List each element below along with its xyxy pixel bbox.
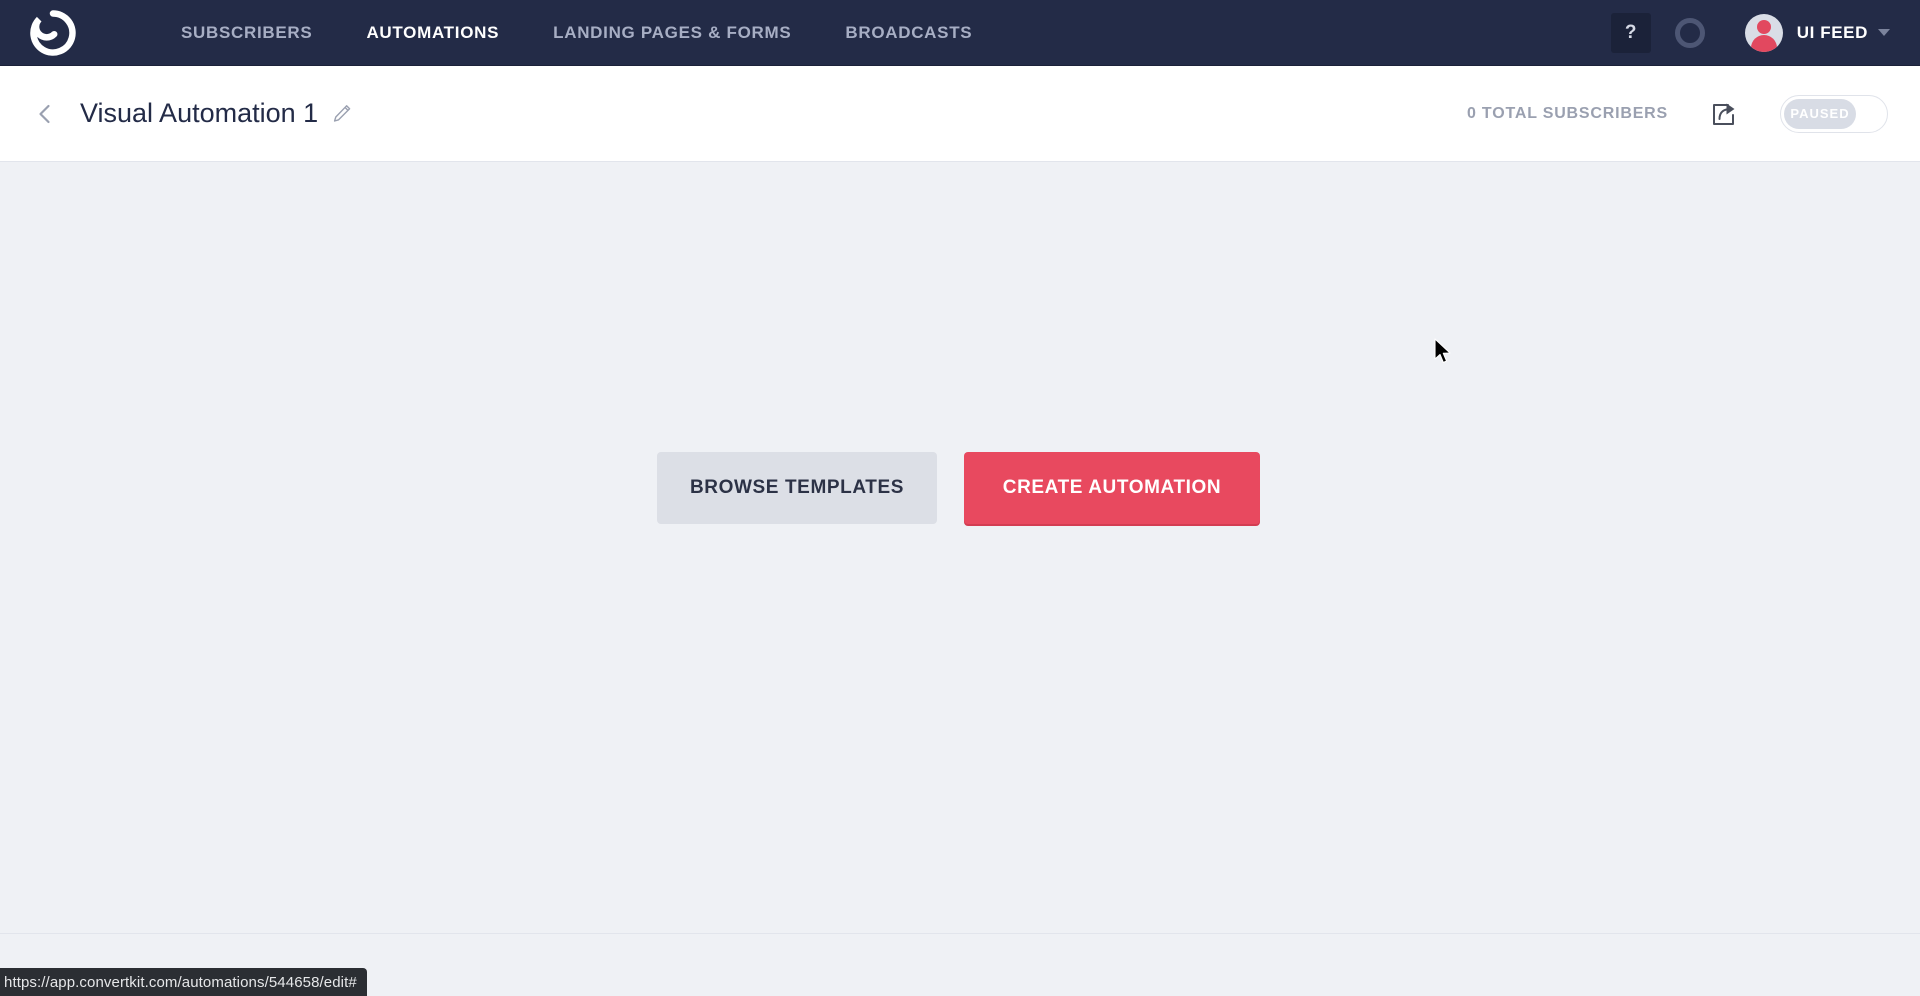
- share-button[interactable]: [1708, 98, 1740, 130]
- convertkit-logo-icon[interactable]: [27, 7, 79, 59]
- total-subscribers-label: 0 TOTAL SUBSCRIBERS: [1466, 104, 1668, 122]
- main-nav-links: SUBSCRIBERS AUTOMATIONS LANDING PAGES & …: [154, 0, 999, 66]
- chevron-down-icon: [1878, 29, 1890, 36]
- avatar-head: [1756, 19, 1771, 34]
- pencil-icon: [334, 104, 351, 122]
- account-menu[interactable]: UI FEED: [1744, 0, 1890, 66]
- account-name-label: UI FEED: [1796, 22, 1868, 42]
- help-button[interactable]: ?: [1610, 12, 1651, 53]
- nav-link-broadcasts[interactable]: BROADCASTS: [818, 0, 999, 66]
- page-title: Visual Automation 1: [80, 98, 319, 128]
- top-navbar: SUBSCRIBERS AUTOMATIONS LANDING PAGES & …: [0, 0, 1920, 66]
- chevron-left-icon: [39, 104, 50, 123]
- status-badge: PAUSED: [1784, 98, 1856, 129]
- circle-ring-icon[interactable]: [1674, 17, 1705, 48]
- nav-link-automations[interactable]: AUTOMATIONS: [339, 0, 526, 66]
- avatar-body: [1750, 34, 1777, 52]
- convertkit-logo-glyph: [30, 9, 76, 56]
- nav-link-subscribers[interactable]: SUBSCRIBERS: [154, 0, 339, 66]
- status-bar-url: https://app.convertkit.com/automations/5…: [0, 968, 367, 996]
- share-icon: [1713, 103, 1735, 125]
- navbar-right-cluster: ? UI FEED: [1610, 0, 1920, 66]
- avatar: [1744, 13, 1783, 52]
- create-automation-button[interactable]: CREATE AUTOMATION: [964, 452, 1260, 524]
- browse-templates-button[interactable]: BROWSE TEMPLATES: [657, 452, 937, 524]
- nav-link-landing-pages-and-forms[interactable]: LANDING PAGES & FORMS: [526, 0, 818, 66]
- back-button[interactable]: [32, 101, 58, 127]
- automation-status-toggle[interactable]: PAUSED: [1780, 94, 1888, 133]
- empty-state-actions: BROWSE TEMPLATES CREATE AUTOMATION: [657, 452, 1260, 524]
- automation-canvas: BROWSE TEMPLATES CREATE AUTOMATION: [0, 162, 1920, 933]
- edit-title-button[interactable]: [331, 103, 353, 125]
- subheader-right-cluster: 0 TOTAL SUBSCRIBERS PAUSED: [1466, 94, 1920, 133]
- page-subheader: Visual Automation 1 0 TOTAL SUBSCRIBERS …: [0, 66, 1920, 162]
